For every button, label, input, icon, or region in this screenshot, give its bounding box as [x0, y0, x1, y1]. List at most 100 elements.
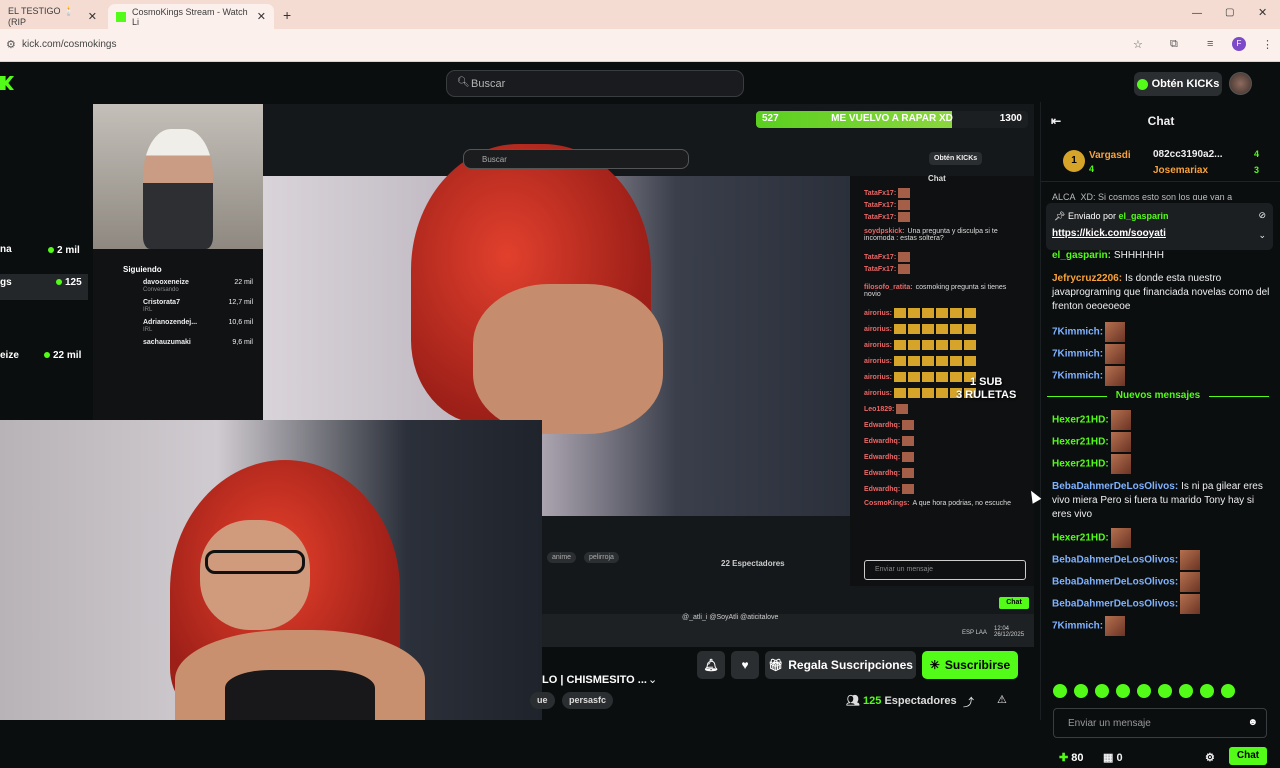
emote-icon[interactable]: [1053, 684, 1067, 698]
inner-chat-user: airorius:: [864, 357, 893, 365]
sidebar-item-name[interactable]: eize: [0, 350, 19, 361]
emote-icon[interactable]: [1095, 684, 1109, 698]
emote-icon[interactable]: [1137, 684, 1151, 698]
emote-icon[interactable]: [1200, 684, 1214, 698]
emote-image: [936, 340, 949, 350]
chat-title: Chat: [1147, 114, 1175, 128]
following-item[interactable]: Cristorata7 IRL 12,7 mil: [123, 299, 253, 315]
gifter-name[interactable]: Josemariax: [1153, 165, 1208, 176]
sidebar-item-name[interactable]: na: [0, 244, 12, 255]
chat-username[interactable]: BebaDahmerDeLosOlivos:: [1052, 577, 1178, 588]
emote-image: [894, 324, 907, 334]
stream-tag[interactable]: persasfc: [562, 692, 614, 709]
chat-username[interactable]: 7Kimmich:: [1052, 327, 1103, 338]
send-chat-button[interactable]: Chat: [1229, 747, 1267, 765]
gifter-count: 4: [1089, 164, 1095, 174]
chat-username[interactable]: el_gasparin:: [1052, 250, 1111, 261]
following-item[interactable]: sachauzumaki 9,6 mil: [123, 339, 253, 349]
kick-logo-icon[interactable]: [0, 76, 14, 90]
following-item[interactable]: davooxeneize Conversando 22 mil: [123, 279, 253, 295]
taskbar-lang: ESP LAA: [962, 630, 987, 636]
emote-icon[interactable]: [1179, 684, 1193, 698]
chat-username[interactable]: Hexer21HD:: [1052, 437, 1109, 448]
chat-username[interactable]: Hexer21HD:: [1052, 459, 1109, 470]
chat-username[interactable]: Jefrycruz2206:: [1052, 273, 1122, 284]
emoji-picker-icon[interactable]: ☻: [1247, 717, 1258, 728]
search-icon: 🔍︎: [457, 77, 470, 88]
chat-message: Hexer21HD:: [1052, 528, 1276, 548]
browser-tab[interactable]: EL TESTIGO 🕯️ (RIP ✕: [0, 4, 105, 29]
chat-header: ⇤ Chat: [1041, 102, 1280, 140]
get-kicks-button[interactable]: Obtén KICKs: [1134, 72, 1222, 96]
site-info-icon[interactable]: ⚙: [6, 38, 16, 51]
chat-username[interactable]: Hexer21HD:: [1052, 415, 1109, 426]
gifter-name[interactable]: Vargasdi: [1089, 150, 1131, 161]
gift-balance[interactable]: ▦ 0: [1103, 751, 1123, 764]
emote-icon[interactable]: [1116, 684, 1130, 698]
chevron-down-icon[interactable]: ⌄: [1258, 230, 1266, 241]
follow-heart-button[interactable]: ♥: [731, 651, 759, 679]
url-field[interactable]: kick.com/cosmokings: [22, 39, 116, 50]
following-name: Cristorata7: [143, 299, 180, 306]
emote-icon[interactable]: [1221, 684, 1235, 698]
report-warning-icon[interactable]: ⚠: [997, 693, 1007, 706]
inner-chat-user: TataFx17:: [864, 265, 897, 273]
chat-message: BebaDahmerDeLosOlivos:: [1052, 594, 1276, 614]
emote-image: [894, 340, 907, 350]
emote-image: [898, 188, 911, 198]
inner-chat-message: Edwardhq:: [864, 436, 1024, 446]
chat-message: 7Kimmich:: [1052, 322, 1276, 342]
share-icon[interactable]: ⤴: [963, 694, 974, 710]
maximize-icon[interactable]: ▢: [1225, 7, 1234, 18]
subscribe-button[interactable]: ✳ Suscribirse: [922, 651, 1018, 679]
sidebar-item-name[interactable]: gs: [0, 277, 12, 288]
chat-username[interactable]: 7Kimmich:: [1052, 349, 1103, 360]
pinned-by-label: Enviado por: [1067, 211, 1116, 221]
minimize-icon[interactable]: —: [1192, 8, 1202, 19]
stream-tag[interactable]: ue: [530, 692, 555, 709]
overlay-line-2: 3 RULETAS: [956, 389, 1017, 401]
new-tab-icon[interactable]: +: [283, 7, 291, 23]
goal-title: ME VUELVO A RAPAR XD: [831, 113, 953, 124]
emote-image: [1180, 550, 1201, 570]
following-category: Conversando: [143, 287, 179, 293]
chat-username[interactable]: BebaDahmerDeLosOlivos:: [1052, 555, 1178, 566]
close-icon[interactable]: ✕: [88, 10, 97, 23]
notifications-bell-button[interactable]: 🔔︎: [697, 651, 725, 679]
window-close-icon[interactable]: ✕: [1258, 6, 1267, 19]
emote-image: [902, 484, 915, 494]
collapse-chat-icon[interactable]: ⇤: [1051, 102, 1061, 140]
hide-pin-icon[interactable]: ⊘: [1258, 210, 1266, 221]
media-icon[interactable]: ≡: [1207, 38, 1213, 50]
search-input[interactable]: 🔍︎ Buscar: [446, 70, 744, 97]
extensions-icon[interactable]: ⧉: [1170, 38, 1178, 51]
chat-settings-gear-icon[interactable]: ⚙: [1205, 751, 1215, 764]
chat-username[interactable]: BebaDahmerDeLosOlivos:: [1052, 599, 1178, 610]
streamer-cam-corner: [93, 104, 263, 249]
inner-chat-user: TataFx17:: [864, 189, 897, 197]
gift-subs-button[interactable]: 🎁︎ Regala Suscripciones: [765, 651, 916, 679]
chat-username[interactable]: 7Kimmich:: [1052, 621, 1103, 632]
gifter-name[interactable]: 082cc3190a2...: [1153, 149, 1223, 160]
emote-icon[interactable]: [1158, 684, 1172, 698]
bookmark-star-icon[interactable]: ☆: [1133, 38, 1143, 51]
pinned-link[interactable]: https://kick.com/sooyati: [1052, 228, 1166, 239]
kicks-balance[interactable]: ✚ 80: [1059, 751, 1084, 764]
chat-username[interactable]: 7Kimmich:: [1052, 371, 1103, 382]
chat-message-input[interactable]: Enviar un mensaje ☻: [1053, 708, 1267, 738]
browser-tab-active[interactable]: CosmoKings Stream - Watch Li ✕: [108, 4, 274, 29]
streamer-face: [473, 284, 663, 434]
profile-avatar[interactable]: F: [1232, 37, 1246, 51]
chevron-down-icon[interactable]: ⌄: [648, 673, 657, 686]
chat-username[interactable]: Hexer21HD:: [1052, 533, 1109, 544]
chat-username[interactable]: BebaDahmerDeLosOlivos:: [1052, 481, 1178, 492]
live-dot-icon: [56, 279, 62, 285]
taskbar-clock: 12:04 26/12/2025: [994, 626, 1024, 638]
emote-image: [894, 308, 907, 318]
inner-chat-message: airorius:: [864, 324, 1024, 334]
following-item[interactable]: Adrianozendej... IRL 10,6 mil: [123, 319, 253, 335]
user-avatar[interactable]: [1229, 72, 1252, 95]
menu-icon[interactable]: ⋮: [1262, 38, 1273, 51]
emote-icon[interactable]: [1074, 684, 1088, 698]
close-icon[interactable]: ✕: [257, 10, 266, 23]
